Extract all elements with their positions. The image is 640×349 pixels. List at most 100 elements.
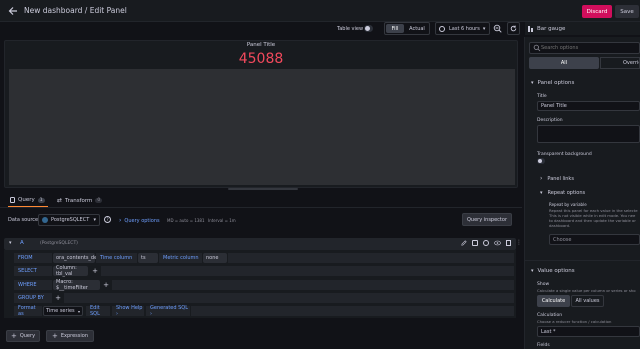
query-row-actions: ⋮	[461, 240, 522, 246]
drag-handle-icon[interactable]: ⋮	[516, 240, 522, 246]
repeat-variable-placeholder: Choose	[553, 236, 572, 243]
search-options-input[interactable]	[541, 45, 631, 51]
title-field-label: Title	[537, 94, 547, 99]
collapse-chevron-icon[interactable]: ▾	[9, 240, 12, 246]
repeat-by-label: Repeat by variable	[549, 202, 587, 207]
tab-query-count: 1	[37, 197, 45, 203]
visualization-name: Bar gauge	[537, 25, 566, 32]
query-options-toggle[interactable]: › Query options	[119, 217, 160, 224]
transparent-background-label: Transparent background	[537, 152, 592, 157]
format-as-label: Format as	[14, 305, 42, 317]
table-view-toggle[interactable]	[364, 25, 373, 32]
query-inspector-button[interactable]: Query inspector	[462, 213, 512, 226]
show-help-button[interactable]: Show Help ›	[112, 305, 144, 317]
tab-transform-count: 0	[95, 198, 103, 203]
select-column[interactable]: Column: tbl_val	[53, 265, 88, 277]
help-icon[interactable]	[483, 240, 489, 246]
panel-title[interactable]: Panel Title	[0, 42, 522, 48]
metric-column-label: Metric column	[159, 253, 202, 263]
options-search[interactable]	[529, 42, 640, 54]
info-icon[interactable]: ?	[104, 216, 111, 223]
bar-gauge-icon	[528, 25, 533, 32]
title-input[interactable]: Panel Title	[537, 101, 640, 111]
description-field-label: Description	[537, 118, 563, 123]
panel-links-header[interactable]: › Panel links	[540, 175, 574, 182]
postgres-icon	[42, 217, 48, 223]
repeat-options-header[interactable]: ▾ Repeat options	[540, 190, 585, 196]
toggle-knob	[365, 26, 370, 31]
add-query-button[interactable]: + Query	[6, 330, 40, 342]
data-source-picker[interactable]: PostgreSQLECT ▾	[38, 214, 100, 226]
table-view-label: Table view	[337, 26, 364, 32]
refresh-icon[interactable]	[507, 22, 520, 35]
query-ref-id[interactable]: A	[20, 240, 24, 246]
tab-all[interactable]: All	[529, 57, 599, 69]
panel-stat-value: 45088	[238, 51, 284, 67]
format-as-value: Time series	[46, 308, 75, 314]
time-range-picker[interactable]: Last 6 hours ▾	[435, 22, 490, 35]
discard-button[interactable]: Discard	[582, 5, 612, 18]
time-column-value[interactable]: ts	[138, 253, 158, 263]
edit-sql-button[interactable]: Edit SQL	[86, 305, 110, 317]
tab-transform[interactable]: ⇄ Transform 0	[57, 197, 103, 204]
panel-links-title: Panel links	[547, 175, 574, 182]
visualization-picker[interactable]: Bar gauge	[525, 22, 640, 35]
zoom-out-icon[interactable]	[493, 24, 502, 33]
panel-options-header[interactable]: ▾ Panel options	[531, 80, 574, 86]
tab-query[interactable]: Query 1	[10, 197, 45, 203]
where-macro[interactable]: Macro: $__timeFilter	[53, 279, 100, 291]
actual-button[interactable]: Actual	[406, 24, 428, 33]
add-expression-label: Expression	[60, 333, 89, 339]
format-row-filler	[191, 306, 514, 316]
repeat-variable-select[interactable]: Choose	[549, 234, 640, 245]
edit-icon[interactable]	[461, 240, 467, 246]
save-button[interactable]: Save	[615, 5, 639, 18]
calculation-value: Last *	[541, 328, 556, 335]
calculate-button[interactable]: Calculate	[537, 295, 570, 307]
tab-overrides[interactable]: Overrides	[600, 57, 640, 69]
calculation-description: Choose a reducer function / calculation	[537, 319, 612, 324]
query-options-label: Query options	[124, 217, 160, 224]
panel-options-title: Panel options	[537, 80, 575, 86]
back-arrow-icon[interactable]	[8, 6, 18, 16]
chevron-down-icon: ▾	[540, 190, 543, 196]
search-icon	[533, 44, 541, 52]
add-group-by-icon[interactable]: +	[53, 293, 63, 303]
group-by-label: GROUP BY	[14, 293, 52, 303]
delete-icon[interactable]	[506, 240, 511, 246]
select-label: SELECT	[14, 266, 52, 276]
transparent-background-toggle[interactable]	[537, 158, 545, 164]
add-where-icon[interactable]: +	[101, 280, 111, 290]
chevron-right-icon: ›	[119, 217, 122, 224]
repeat-options-title: Repeat options	[547, 190, 586, 196]
description-textarea[interactable]	[537, 125, 640, 143]
show-label: Show	[537, 282, 550, 287]
where-label: WHERE	[14, 280, 52, 290]
duplicate-icon[interactable]	[472, 240, 478, 246]
time-range-label: Last 6 hours	[449, 25, 480, 32]
metric-column-value[interactable]: none	[203, 253, 227, 263]
value-options-header[interactable]: ▾ Value options	[531, 268, 575, 274]
fill-button[interactable]: Fill	[386, 24, 404, 33]
query-options-meta: MD = auto = 1381	[167, 218, 205, 223]
plus-icon: +	[10, 332, 17, 340]
calculation-label: Calculation	[537, 313, 563, 318]
tab-query-label: Query	[18, 197, 35, 203]
tab-transform-label: Transform	[65, 197, 93, 204]
from-table[interactable]: ora_contents_delta	[53, 253, 104, 263]
add-expression-button[interactable]: + Expression	[46, 330, 94, 342]
eye-icon[interactable]	[494, 240, 501, 246]
resize-handle[interactable]	[228, 188, 298, 190]
format-as-select[interactable]: Time series ▾	[43, 306, 83, 316]
data-source-name: PostgreSQLECT	[51, 217, 90, 223]
query-source-name: (PostgreSQLECT)	[40, 241, 78, 246]
calculation-select[interactable]: Last *	[537, 326, 640, 337]
tab-divider	[0, 207, 522, 208]
query-options-interval: Interval = 1m	[208, 218, 236, 223]
from-row-filler	[228, 253, 514, 263]
all-values-button[interactable]: All values	[571, 295, 604, 307]
generated-sql-button[interactable]: Generated SQL ›	[146, 305, 190, 317]
query-row-header	[4, 238, 516, 250]
add-select-icon[interactable]: +	[90, 266, 100, 276]
show-description: Calculate a single value per column or s…	[537, 288, 636, 293]
